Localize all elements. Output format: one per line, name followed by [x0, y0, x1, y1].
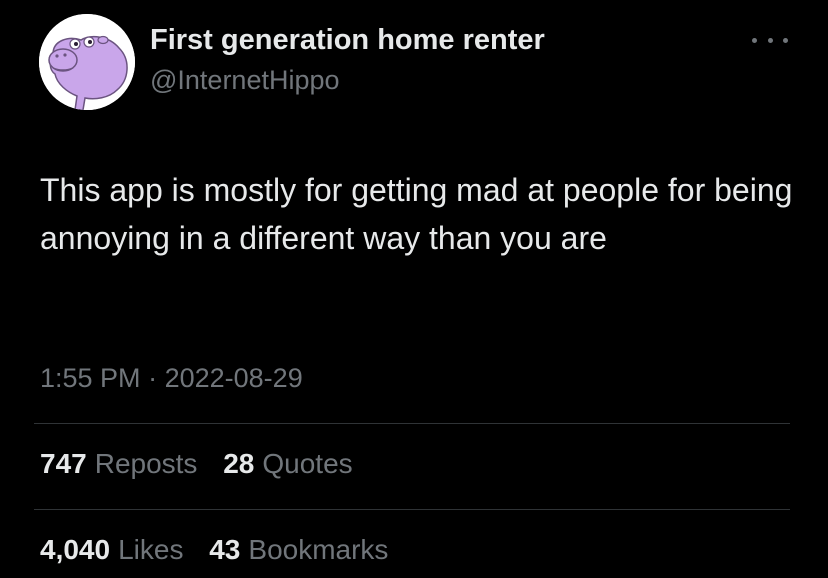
- bookmarks-stat[interactable]: 43 Bookmarks: [209, 534, 388, 566]
- engagement-row-likes-bookmarks: 4,040 Likes 43 Bookmarks: [40, 534, 406, 566]
- tweet-date: 2022-08-29: [164, 363, 303, 393]
- bookmarks-label: Bookmarks: [248, 534, 389, 565]
- tweet-card: First generation home renter @InternetHi…: [0, 0, 828, 578]
- likes-stat[interactable]: 4,040 Likes: [40, 534, 183, 566]
- user-handle[interactable]: @InternetHippo: [150, 65, 340, 96]
- bookmarks-count: 43: [209, 534, 241, 565]
- quotes-stat[interactable]: 28 Quotes: [223, 448, 352, 480]
- quotes-count: 28: [223, 448, 255, 479]
- engagement-row-reposts-quotes: 747 Reposts 28 Quotes: [40, 448, 371, 480]
- meta-separator: ·: [148, 363, 158, 393]
- likes-label: Likes: [118, 534, 184, 565]
- reposts-stat[interactable]: 747 Reposts: [40, 448, 197, 480]
- quotes-label: Quotes: [262, 448, 353, 479]
- more-options-icon[interactable]: [752, 28, 788, 52]
- tweet-time: 1:55 PM: [40, 363, 141, 393]
- divider: [34, 509, 790, 510]
- divider: [34, 423, 790, 424]
- reposts-count: 747: [40, 448, 87, 479]
- dot-icon: [783, 37, 788, 43]
- reposts-label: Reposts: [94, 448, 198, 479]
- hippo-avatar-icon[interactable]: [39, 14, 135, 110]
- dot-icon: [752, 37, 757, 43]
- dot-icon: [767, 37, 773, 43]
- tweet-timestamp[interactable]: 1:55 PM · 2022-08-29: [40, 363, 303, 394]
- display-name[interactable]: First generation home renter: [150, 24, 545, 57]
- tweet-text: This app is mostly for getting mad at pe…: [40, 172, 793, 256]
- likes-count: 4,040: [40, 534, 111, 565]
